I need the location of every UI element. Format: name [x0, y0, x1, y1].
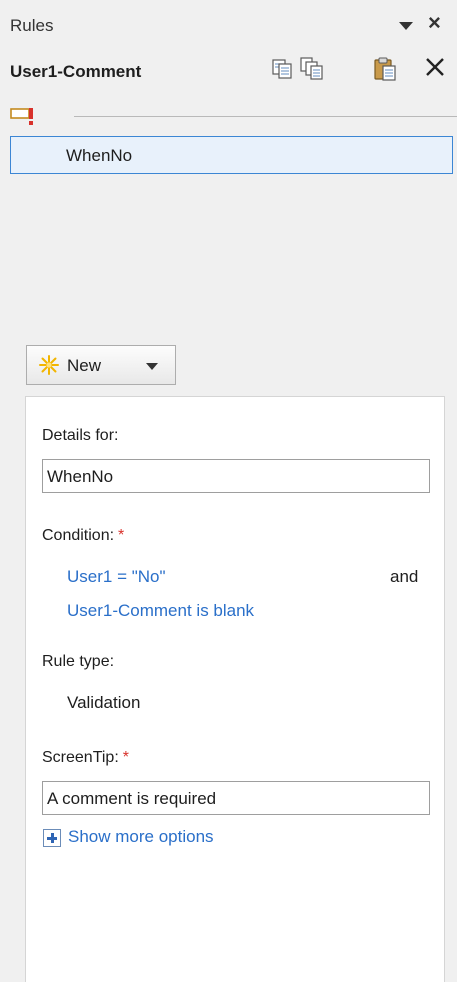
- field-name: User1-Comment: [10, 62, 142, 81]
- field-header: User1-Comment: [0, 48, 457, 92]
- validation-rules-group: [10, 104, 457, 128]
- condition-link-2[interactable]: User1-Comment is blank: [67, 601, 254, 621]
- pane-title: Rules: [10, 16, 54, 35]
- paste-rule-icon[interactable]: [368, 52, 402, 86]
- copy-all-rules-icon[interactable]: [296, 52, 330, 86]
- screentip-input[interactable]: A comment is required: [42, 781, 430, 815]
- rule-type-label: Rule type:: [42, 653, 115, 670]
- delete-icon[interactable]: [418, 50, 452, 84]
- close-icon[interactable]: ×: [428, 12, 441, 34]
- new-rule-button-label: New: [67, 356, 102, 375]
- details-for-label: Details for:: [42, 427, 119, 444]
- rule-list-item[interactable]: WhenNo: [10, 136, 453, 174]
- rule-type-value: Validation: [67, 693, 141, 712]
- show-more-options-link[interactable]: Show more options: [68, 827, 214, 847]
- condition-label: Condition: *: [42, 527, 125, 544]
- copy-rule-icon[interactable]: [265, 52, 299, 86]
- condition-conjunction: and: [390, 567, 419, 586]
- screentip-label: ScreenTip: *: [42, 749, 130, 766]
- validation-rule-icon: [10, 106, 38, 126]
- rule-list-item-label: WhenNo: [66, 146, 133, 165]
- plus-icon[interactable]: [43, 829, 61, 847]
- new-sparkle-icon: [38, 354, 60, 376]
- chevron-down-icon: [146, 363, 158, 370]
- condition-link-1[interactable]: User1 = "No": [67, 567, 166, 587]
- dropdown-caret-icon[interactable]: [399, 22, 413, 30]
- rule-details-panel: Details for: WhenNo Condition: * User1 = …: [25, 396, 445, 982]
- group-divider: [74, 116, 457, 117]
- rules-task-pane: Rules × User1-Comment WhenNo New Details…: [0, 0, 457, 982]
- rule-name-input[interactable]: WhenNo: [42, 459, 430, 493]
- rule-name-value: WhenNo: [47, 467, 114, 486]
- pane-title-bar: Rules ×: [0, 0, 457, 48]
- new-rule-button[interactable]: New: [26, 345, 176, 385]
- screentip-value: A comment is required: [47, 789, 217, 808]
